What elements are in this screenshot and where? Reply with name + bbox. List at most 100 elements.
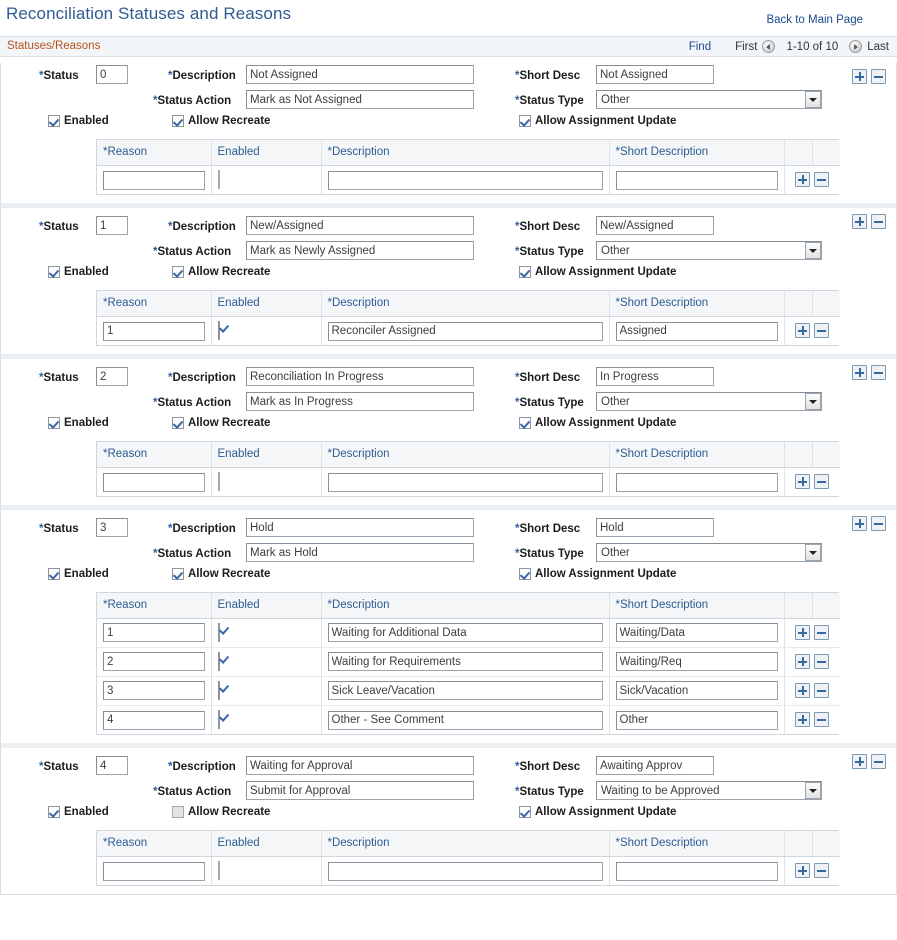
short-desc-input[interactable] [596, 367, 714, 386]
reason-input[interactable] [103, 862, 205, 881]
enabled-checkbox-box[interactable] [48, 266, 60, 278]
allow-assignment-update-checkbox[interactable]: Allow Assignment Update [519, 266, 676, 278]
description-input[interactable] [246, 65, 474, 84]
allow-assignment-update-checkbox-box[interactable] [519, 417, 531, 429]
enabled-checkbox[interactable]: Enabled [48, 568, 109, 580]
description-input[interactable] [246, 518, 474, 537]
allow-recreate-checkbox-box[interactable] [172, 568, 184, 580]
reason-input[interactable] [103, 681, 205, 700]
allow-recreate-checkbox[interactable]: Allow Recreate [172, 115, 270, 127]
reason-enabled-checkbox[interactable] [218, 652, 220, 671]
allow-assignment-update-checkbox-box[interactable] [519, 806, 531, 818]
reason-short-description-input[interactable] [616, 711, 778, 730]
allow-assignment-update-checkbox[interactable]: Allow Assignment Update [519, 568, 676, 580]
reason-description-input[interactable] [328, 711, 603, 730]
reason-enabled-checkbox[interactable] [218, 681, 220, 700]
description-input[interactable] [246, 216, 474, 235]
allow-assignment-update-checkbox-box[interactable] [519, 266, 531, 278]
reason-remove-button[interactable] [814, 172, 829, 187]
status-type-select[interactable]: Other [596, 241, 822, 260]
enabled-checkbox[interactable]: Enabled [48, 115, 109, 127]
reason-remove-button[interactable] [814, 625, 829, 640]
chevron-down-icon[interactable] [805, 91, 821, 108]
allow-assignment-update-checkbox[interactable]: Allow Assignment Update [519, 417, 676, 429]
reason-enabled-checkbox[interactable] [218, 861, 220, 880]
reason-remove-button[interactable] [814, 323, 829, 338]
reason-short-description-input[interactable] [616, 862, 778, 881]
enabled-checkbox[interactable]: Enabled [48, 266, 109, 278]
enabled-checkbox[interactable]: Enabled [48, 417, 109, 429]
status-type-select[interactable]: Other [596, 90, 822, 109]
chevron-down-icon[interactable] [805, 242, 821, 259]
find-link[interactable]: Find [689, 41, 711, 53]
reason-enabled-checkbox[interactable] [218, 710, 220, 729]
allow-recreate-checkbox-box[interactable] [172, 115, 184, 127]
reason-description-input[interactable] [328, 862, 603, 881]
reason-input[interactable] [103, 473, 205, 492]
reason-remove-button[interactable] [814, 863, 829, 878]
reason-enabled-checkbox[interactable] [218, 170, 220, 189]
reason-remove-button[interactable] [814, 654, 829, 669]
reason-enabled-checkbox[interactable] [218, 472, 220, 491]
reason-input[interactable] [103, 652, 205, 671]
short-desc-input[interactable] [596, 756, 714, 775]
reason-enabled-checkbox[interactable] [218, 321, 220, 340]
enabled-checkbox-box[interactable] [48, 115, 60, 127]
chevron-down-icon[interactable] [805, 393, 821, 410]
allow-recreate-checkbox[interactable]: Allow Recreate [172, 417, 270, 429]
short-desc-input[interactable] [596, 65, 714, 84]
allow-recreate-checkbox-box[interactable] [172, 417, 184, 429]
reason-input[interactable] [103, 711, 205, 730]
status-type-select[interactable]: Waiting to be Approved [596, 781, 822, 800]
allow-recreate-checkbox-box[interactable] [172, 266, 184, 278]
reason-add-button[interactable] [795, 654, 810, 669]
chevron-down-icon[interactable] [805, 544, 821, 561]
description-input[interactable] [246, 756, 474, 775]
allow-recreate-checkbox[interactable]: Allow Recreate [172, 806, 270, 818]
allow-assignment-update-checkbox-box[interactable] [519, 568, 531, 580]
reason-add-button[interactable] [795, 172, 810, 187]
reason-remove-button[interactable] [814, 474, 829, 489]
reason-short-description-input[interactable] [616, 652, 778, 671]
reason-short-description-input[interactable] [616, 322, 778, 341]
reason-short-description-input[interactable] [616, 473, 778, 492]
allow-assignment-update-checkbox-box[interactable] [519, 115, 531, 127]
status-input[interactable] [96, 756, 128, 775]
reason-input[interactable] [103, 171, 205, 190]
reason-input[interactable] [103, 322, 205, 341]
status-action-input[interactable] [246, 543, 474, 562]
reason-add-button[interactable] [795, 625, 810, 640]
reason-remove-button[interactable] [814, 683, 829, 698]
status-input[interactable] [96, 65, 128, 84]
reason-remove-button[interactable] [814, 712, 829, 727]
reason-description-input[interactable] [328, 681, 603, 700]
reason-add-button[interactable] [795, 712, 810, 727]
allow-assignment-update-checkbox[interactable]: Allow Assignment Update [519, 806, 676, 818]
enabled-checkbox-box[interactable] [48, 806, 60, 818]
reason-description-input[interactable] [328, 652, 603, 671]
reason-enabled-checkbox[interactable] [218, 623, 220, 642]
status-action-input[interactable] [246, 392, 474, 411]
allow-recreate-checkbox[interactable]: Allow Recreate [172, 568, 270, 580]
status-type-select[interactable]: Other [596, 543, 822, 562]
status-input[interactable] [96, 518, 128, 537]
allow-recreate-checkbox-box[interactable] [172, 806, 184, 818]
enabled-checkbox[interactable]: Enabled [48, 806, 109, 818]
reason-short-description-input[interactable] [616, 171, 778, 190]
previous-page-icon[interactable] [762, 40, 775, 53]
reason-add-button[interactable] [795, 683, 810, 698]
status-action-input[interactable] [246, 90, 474, 109]
allow-recreate-checkbox[interactable]: Allow Recreate [172, 266, 270, 278]
reason-input[interactable] [103, 623, 205, 642]
short-desc-input[interactable] [596, 216, 714, 235]
first-link[interactable]: First [735, 41, 757, 53]
status-input[interactable] [96, 367, 128, 386]
reason-description-input[interactable] [328, 623, 603, 642]
status-action-input[interactable] [246, 241, 474, 260]
back-to-main-page-link[interactable]: Back to Main Page [766, 14, 863, 26]
chevron-down-icon[interactable] [805, 782, 821, 799]
enabled-checkbox-box[interactable] [48, 417, 60, 429]
status-type-select[interactable]: Other [596, 392, 822, 411]
allow-assignment-update-checkbox[interactable]: Allow Assignment Update [519, 115, 676, 127]
last-link[interactable]: Last [867, 41, 889, 53]
